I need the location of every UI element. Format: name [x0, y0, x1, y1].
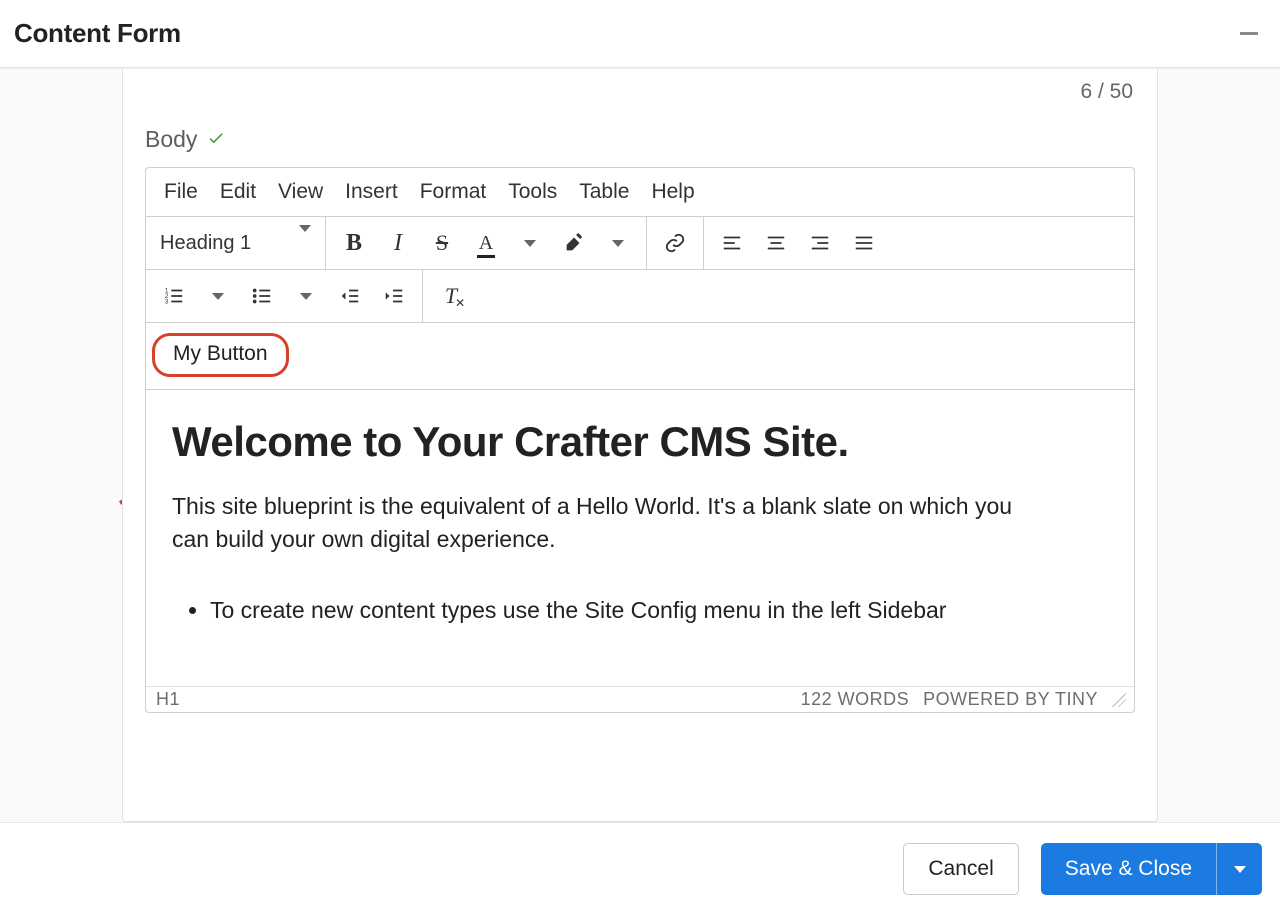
menu-file[interactable]: File — [164, 180, 198, 204]
minimize-icon[interactable] — [1240, 32, 1258, 35]
chevron-down-icon — [299, 232, 311, 255]
rte-editor: File Edit View Insert Format Tools Table… — [145, 167, 1135, 713]
content-heading: Welcome to Your Crafter CMS Site. — [172, 418, 1108, 466]
align-right-button[interactable] — [798, 217, 842, 269]
menu-table[interactable]: Table — [579, 180, 629, 204]
text-color-button[interactable]: A — [464, 217, 508, 269]
bold-button[interactable]: B — [332, 217, 376, 269]
my-button[interactable]: My Button — [152, 333, 289, 377]
toolbar-row-custom: My Button — [146, 323, 1134, 390]
status-powered-by: POWERED BY TINY — [923, 689, 1098, 710]
window-title: Content Form — [14, 18, 181, 49]
bullet-list-chevron-icon[interactable] — [284, 270, 328, 322]
link-button[interactable] — [653, 217, 697, 269]
cancel-button[interactable]: Cancel — [903, 843, 1018, 895]
toolbar-row-1: Heading 1 B I S A — [146, 217, 1134, 270]
align-left-button[interactable] — [710, 217, 754, 269]
toolbar-row-2: 123 T✕ — [146, 270, 1134, 323]
highlight-chevron-icon[interactable] — [596, 217, 640, 269]
form-footer: Cancel Save & Close — [0, 822, 1280, 915]
numbered-list-chevron-icon[interactable] — [196, 270, 240, 322]
group-lists: 123 — [146, 270, 423, 322]
align-justify-button[interactable] — [842, 217, 886, 269]
menu-edit[interactable]: Edit — [220, 180, 256, 204]
status-path[interactable]: H1 — [156, 689, 180, 710]
caret-down-icon — [1234, 866, 1246, 873]
content-list: To create new content types use the Site… — [190, 597, 1108, 624]
titlebar: Content Form — [0, 0, 1280, 68]
group-align — [704, 217, 892, 269]
field-label-body: Body — [145, 126, 1135, 153]
menu-insert[interactable]: Insert — [345, 180, 398, 204]
status-word-count: 122 WORDS — [801, 689, 910, 710]
outdent-button[interactable] — [328, 270, 372, 322]
text-color-chevron-icon[interactable] — [508, 217, 552, 269]
resize-handle-icon[interactable] — [1112, 693, 1126, 707]
field-label-text: Body — [145, 126, 197, 153]
bullet-list-button[interactable] — [240, 270, 284, 322]
menu-view[interactable]: View — [278, 180, 323, 204]
editor-statusbar: H1 122 WORDS POWERED BY TINY — [146, 686, 1134, 712]
italic-button[interactable]: I — [376, 217, 420, 269]
save-split-button: Save & Close — [1041, 843, 1262, 895]
menu-tools[interactable]: Tools — [508, 180, 557, 204]
group-clear: T✕ — [423, 270, 479, 322]
menubar: File Edit View Insert Format Tools Table… — [146, 168, 1134, 217]
content-paragraph: This site blueprint is the equivalent of… — [172, 490, 1042, 557]
save-dropdown-button[interactable] — [1216, 843, 1262, 895]
content-form-window: Content Form 6 / 50 Body File — [0, 0, 1280, 915]
content-bullet-1: To create new content types use the Site… — [210, 597, 1108, 624]
workarea: 6 / 50 Body File Edit View Insert Format… — [0, 68, 1280, 822]
strikethrough-button[interactable]: S — [420, 217, 464, 269]
editor-content[interactable]: Welcome to Your Crafter CMS Site. This s… — [146, 390, 1134, 686]
form-panel: 6 / 50 Body File Edit View Insert Format… — [122, 68, 1158, 822]
menu-format[interactable]: Format — [420, 180, 487, 204]
save-close-button[interactable]: Save & Close — [1041, 843, 1216, 895]
menu-help[interactable]: Help — [651, 180, 694, 204]
block-format-select[interactable]: Heading 1 — [146, 217, 326, 269]
char-counter: 6 / 50 — [1080, 80, 1133, 104]
highlight-button[interactable] — [552, 217, 596, 269]
svg-text:3: 3 — [165, 298, 169, 305]
align-center-button[interactable] — [754, 217, 798, 269]
group-text-style: B I S A — [326, 217, 647, 269]
numbered-list-button[interactable]: 123 — [152, 270, 196, 322]
clear-formatting-button[interactable]: T✕ — [429, 270, 473, 322]
check-icon — [207, 126, 225, 153]
indent-button[interactable] — [372, 270, 416, 322]
block-format-label: Heading 1 — [160, 232, 251, 255]
group-link — [647, 217, 704, 269]
